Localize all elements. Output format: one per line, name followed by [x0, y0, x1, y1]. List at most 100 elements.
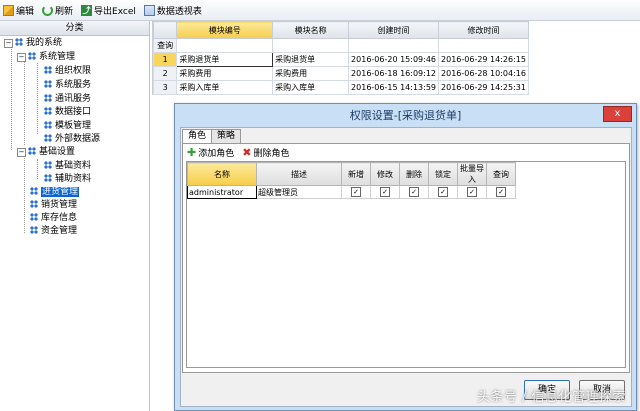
column-header-created-time[interactable]: 创建时间 [348, 21, 440, 39]
column-header-lock[interactable]: 锁定 [428, 162, 458, 186]
grid-corner [152, 21, 178, 39]
close-button[interactable]: x [603, 106, 632, 122]
refresh-label: 刷新 [55, 6, 74, 17]
lock-permission-checkbox[interactable]: ✓ [428, 185, 458, 199]
tree-line [37, 159, 38, 179]
checkbox[interactable]: ✓ [496, 187, 506, 197]
column-header-description[interactable]: 描述 [256, 162, 342, 186]
role-grid-header-row: 名称 描述 新增 修改 删除 锁定 批量导入 查询 [187, 162, 516, 186]
watermark: 头条号 / 信息化管理探索 [476, 390, 626, 405]
delete-permission-checkbox[interactable]: ✓ [399, 185, 429, 199]
tree-node-data-interface[interactable]: 数据接口 [44, 106, 91, 118]
node-icon [28, 52, 36, 60]
tree-node-external-datasource[interactable]: 外部数据源 [44, 133, 100, 145]
tree-node-system-management[interactable]: − 系统管理 [17, 51, 75, 63]
tree-node-fund-management[interactable]: 资金管理 [30, 225, 77, 237]
collapse-icon[interactable]: − [17, 53, 26, 62]
column-header-modify[interactable]: 修改 [370, 162, 400, 186]
role-description-cell[interactable]: 超级管理员 [256, 185, 342, 199]
module-name-cell[interactable]: 采购费用 [272, 66, 350, 81]
created-time-cell[interactable]: 2016-06-20 15:09:46 [348, 52, 440, 67]
add-role-label: 添加角色 [198, 149, 235, 159]
column-header-batch-import[interactable]: 批量导入 [457, 162, 487, 186]
query-cell[interactable] [272, 38, 350, 53]
tree-node-basic-settings[interactable]: − 基础设置 [17, 146, 75, 158]
add-role-button[interactable]: ✚ 添加角色 [187, 146, 234, 159]
plus-icon: ✚ [187, 146, 197, 159]
node-icon [44, 107, 52, 115]
tab-policy[interactable]: 策略 [211, 129, 242, 143]
tab-roles[interactable]: 角色 [182, 129, 213, 144]
delete-role-button[interactable]: ✖ 删除角色 [242, 146, 289, 159]
checkbox[interactable]: ✓ [467, 187, 477, 197]
module-name-cell[interactable]: 采购退货单 [272, 52, 350, 67]
modified-time-cell[interactable]: 2016-06-28 10:04:16 [438, 66, 529, 81]
modified-time-cell[interactable]: 2016-06-29 14:26:15 [438, 52, 529, 67]
query-cell[interactable] [176, 38, 274, 53]
tree-node-template-management[interactable]: 模板管理 [44, 120, 91, 132]
modified-time-cell[interactable]: 2016-06-29 14:25:31 [438, 80, 529, 95]
column-header-module-code[interactable]: 模块编号 [176, 21, 274, 39]
tree-node-purchase-management[interactable]: 进货管理 [30, 186, 80, 198]
modify-permission-checkbox[interactable]: ✓ [370, 185, 400, 199]
node-icon [30, 200, 38, 208]
node-icon [15, 38, 23, 46]
column-header-query[interactable]: 查询 [486, 162, 516, 186]
delete-role-label: 删除角色 [253, 149, 290, 159]
node-icon [44, 80, 52, 88]
node-icon [30, 226, 38, 234]
table-row[interactable]: 3 采购入库单 采购入库单 2016-06-15 14:13:59 2016-0… [152, 80, 529, 95]
checkbox[interactable]: ✓ [409, 187, 419, 197]
pivot-label: 数据透视表 [156, 6, 202, 17]
export-excel-button[interactable]: ⤴ 导出Excel [78, 1, 139, 19]
column-header-add[interactable]: 新增 [341, 162, 371, 186]
tree-node-communication-service[interactable]: 通讯服务 [44, 93, 91, 105]
collapse-icon[interactable]: − [4, 39, 13, 48]
role-grid: 名称 描述 新增 修改 删除 锁定 批量导入 查询 administrator … [186, 161, 626, 368]
toolbar: 编辑 刷新 ⤴ 导出Excel 数据透视表 [0, 0, 640, 21]
tree-node-inventory-info[interactable]: 库存信息 [30, 212, 77, 224]
edit-button[interactable]: 编辑 [0, 1, 37, 19]
checkbox[interactable]: ✓ [380, 187, 390, 197]
module-code-cell[interactable]: 采购退货单 [176, 52, 274, 67]
tree-node-org-permissions[interactable]: 组织权限 [44, 65, 91, 77]
column-header-module-name[interactable]: 模块名称 [272, 21, 350, 39]
role-actions: ✚ 添加角色 ✖ 删除角色 [187, 146, 297, 159]
table-row[interactable]: 1 采购退货单 采购退货单 2016-06-20 15:09:46 2016-0… [152, 52, 529, 67]
column-header-name[interactable]: 名称 [187, 162, 257, 186]
collapse-icon[interactable]: − [17, 148, 26, 157]
created-time-cell[interactable]: 2016-06-15 14:13:59 [348, 80, 440, 95]
column-header-delete[interactable]: 删除 [399, 162, 429, 186]
delete-icon: ✖ [242, 146, 252, 159]
module-code-cell[interactable]: 采购入库单 [176, 80, 274, 95]
tree-node-system-service[interactable]: 系统服务 [44, 79, 91, 91]
table-row[interactable]: administrator 超级管理员 ✓ ✓ ✓ ✓ ✓ ✓ [187, 185, 516, 199]
query-cell[interactable] [438, 38, 529, 53]
tree-node-basic-data[interactable]: 基础资料 [44, 160, 91, 172]
refresh-button[interactable]: 刷新 [39, 1, 76, 19]
export-label: 导出Excel [94, 6, 136, 17]
module-name-cell[interactable]: 采购入库单 [272, 80, 350, 95]
node-icon [44, 94, 52, 102]
pivot-table-button[interactable]: 数据透视表 [141, 1, 205, 19]
column-header-modified-time[interactable]: 修改时间 [438, 21, 529, 39]
query-permission-checkbox[interactable]: ✓ [486, 185, 516, 199]
checkbox[interactable]: ✓ [351, 187, 361, 197]
tree-node-sales-management[interactable]: 销货管理 [30, 199, 77, 211]
module-code-cell[interactable]: 采购费用 [176, 66, 274, 81]
dialog-title: 权限设置-[采购退货单] [349, 109, 462, 122]
row-number: 1 [152, 52, 178, 67]
query-cell[interactable] [348, 38, 440, 53]
node-icon [44, 134, 52, 142]
category-tree-header: 分类 [0, 21, 149, 36]
add-permission-checkbox[interactable]: ✓ [341, 185, 371, 199]
tree-root[interactable]: − 我的系统 [4, 37, 62, 49]
role-name-cell[interactable]: administrator [187, 185, 257, 199]
tree-node-auxiliary-data[interactable]: 辅助资料 [44, 173, 91, 185]
refresh-icon [42, 4, 54, 16]
table-row[interactable]: 2 采购费用 采购费用 2016-06-18 16:09:12 2016-06-… [152, 66, 529, 81]
created-time-cell[interactable]: 2016-06-18 16:09:12 [348, 66, 440, 81]
edit-icon [3, 4, 14, 16]
batch-import-permission-checkbox[interactable]: ✓ [457, 185, 487, 199]
checkbox[interactable]: ✓ [438, 187, 448, 197]
